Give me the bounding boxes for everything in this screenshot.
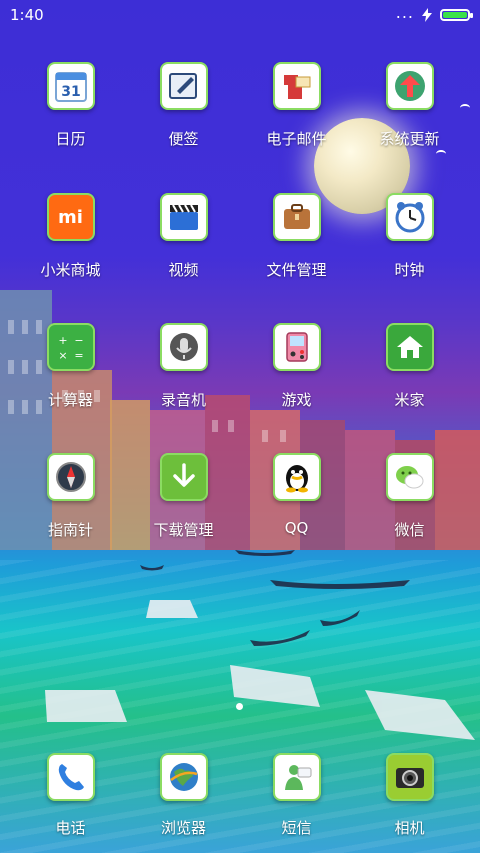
app-label: 录音机 <box>160 391 206 409</box>
app-label: 游戏 <box>281 391 312 409</box>
browser-icon <box>159 753 208 801</box>
app-label: 浏览器 <box>160 819 206 837</box>
app-label: 便签 <box>168 130 199 148</box>
app-email[interactable]: 电子邮件 <box>240 62 353 149</box>
app-label: 系统更新 <box>379 130 440 148</box>
app-calculator[interactable]: + − × = 计算器 <box>14 323 127 410</box>
app-label: 电子邮件 <box>266 130 327 148</box>
app-file-manager[interactable]: 文件管理 <box>240 193 353 280</box>
app-system-update[interactable]: 系统更新 <box>353 62 466 149</box>
dock-phone[interactable]: 电话 <box>14 753 127 838</box>
svg-text:−: − <box>74 334 83 347</box>
app-game[interactable]: 游戏 <box>240 323 353 410</box>
svg-text:×: × <box>58 349 67 362</box>
game-icon <box>272 323 321 371</box>
recorder-icon <box>159 323 208 371</box>
app-label: 计算器 <box>47 391 93 409</box>
svg-text:+: + <box>58 334 67 347</box>
app-recorder[interactable]: 录音机 <box>127 323 240 410</box>
sms-icon <box>272 753 321 801</box>
app-notes[interactable]: 便签 <box>127 62 240 149</box>
app-label: 相机 <box>394 819 425 837</box>
app-download-manager[interactable]: 下载管理 <box>127 453 240 540</box>
app-label: 小米商城 <box>40 261 101 279</box>
app-qq[interactable]: QQ <box>240 453 353 537</box>
dock-camera[interactable]: 相机 <box>353 753 466 838</box>
mi-logo-text: mi <box>58 206 83 228</box>
file-manager-icon <box>272 193 321 241</box>
wechat-icon <box>385 453 434 501</box>
page-indicator-dot[interactable] <box>236 703 243 710</box>
clock-icon <box>385 193 434 241</box>
app-calendar[interactable]: 31 日历 <box>14 62 127 149</box>
video-icon <box>159 193 208 241</box>
app-label: 文件管理 <box>266 261 327 279</box>
app-mi-store[interactable]: mi 小米商城 <box>14 193 127 280</box>
svg-text:=: = <box>74 349 83 362</box>
email-icon <box>272 62 321 110</box>
calculator-icon: + − × = <box>46 323 95 371</box>
home-screen-grid: 31 日历 便签 电子邮件 系统更新 mi 小米商城 视频 文件管理 时钟 + … <box>0 0 480 853</box>
calendar-icon: 31 <box>46 62 95 110</box>
phone-icon <box>46 753 95 801</box>
dock-sms[interactable]: 短信 <box>240 753 353 838</box>
app-label: 下载管理 <box>153 521 214 539</box>
dock-browser[interactable]: 浏览器 <box>127 753 240 838</box>
app-compass[interactable]: 指南针 <box>14 453 127 540</box>
app-label: 米家 <box>394 391 425 409</box>
app-video[interactable]: 视频 <box>127 193 240 280</box>
download-icon <box>159 453 208 501</box>
app-label: 日历 <box>55 130 86 148</box>
app-clock[interactable]: 时钟 <box>353 193 466 280</box>
app-label: 短信 <box>281 819 312 837</box>
app-label: 微信 <box>394 521 425 539</box>
calendar-icon-number: 31 <box>61 84 80 100</box>
app-mijia[interactable]: 米家 <box>353 323 466 410</box>
mi-store-icon: mi <box>46 193 95 241</box>
app-label: 时钟 <box>394 261 425 279</box>
mijia-home-icon <box>385 323 434 371</box>
app-label: 电话 <box>55 819 86 837</box>
app-wechat[interactable]: 微信 <box>353 453 466 540</box>
qq-penguin-icon <box>272 453 321 501</box>
system-update-icon <box>385 62 434 110</box>
camera-icon <box>385 753 434 801</box>
app-label: QQ <box>284 519 309 537</box>
app-label: 视频 <box>168 261 199 279</box>
app-label: 指南针 <box>47 521 93 539</box>
notes-icon <box>159 62 208 110</box>
compass-icon <box>46 453 95 501</box>
